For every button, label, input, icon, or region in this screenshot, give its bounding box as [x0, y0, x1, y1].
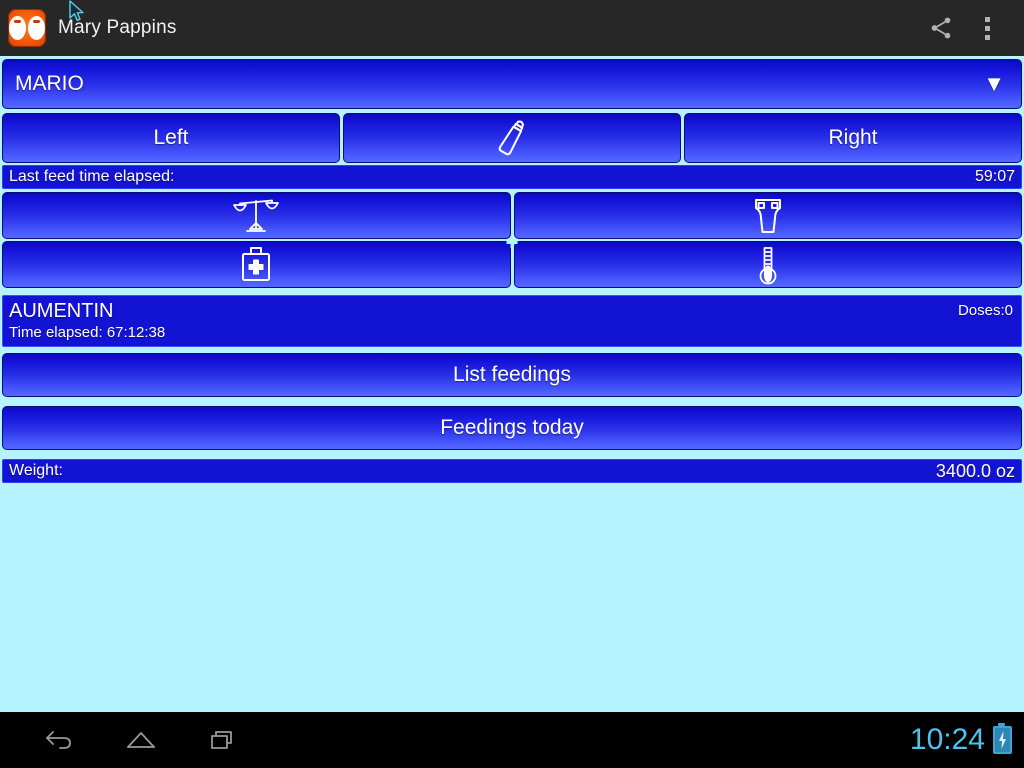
- app-title: Mary Pappins: [58, 17, 177, 38]
- empty-space: [1, 483, 1023, 712]
- chevron-down-icon: ▼: [983, 71, 1005, 96]
- medicine-doses: Doses:0: [957, 302, 1013, 319]
- list-feedings-button[interactable]: List feedings: [2, 353, 1022, 397]
- system-navigation-bar: 10:24: [0, 712, 1024, 768]
- share-icon[interactable]: [918, 5, 964, 51]
- medicine-entry[interactable]: AUMENTIN Doses:0 Time elapsed: 67:12:38: [2, 295, 1022, 347]
- main-content: MARIO ▼ Left Right Last feed time elapse…: [0, 56, 1024, 712]
- medicine-kit-icon: [242, 246, 271, 281]
- thermometer-icon: [759, 246, 777, 284]
- feed-right-button[interactable]: Right: [684, 113, 1022, 163]
- weight-scale-button[interactable]: [2, 192, 511, 239]
- feed-button-row: Left Right: [2, 113, 1022, 163]
- clock: 10:24: [909, 723, 985, 756]
- spinner-selected-value: MARIO: [15, 72, 84, 95]
- home-icon[interactable]: [100, 712, 182, 768]
- back-icon[interactable]: [18, 712, 100, 768]
- last-feed-elapsed-label: Last feed time elapsed:: [9, 168, 175, 185]
- last-feed-elapsed-bar[interactable]: Last feed time elapsed: 59:07: [2, 165, 1022, 189]
- app-logo-icon: [8, 9, 46, 47]
- feed-left-button[interactable]: Left: [2, 113, 340, 163]
- recents-icon[interactable]: [182, 712, 264, 768]
- thermometer-button[interactable]: [513, 241, 1022, 288]
- diaper-button[interactable]: [513, 192, 1022, 239]
- weight-value: 3400.0 oz: [935, 460, 1015, 481]
- baby-bottle-icon: [498, 120, 525, 156]
- scale-icon: [233, 199, 280, 232]
- baby-selector-spinner[interactable]: MARIO ▼: [2, 59, 1022, 109]
- last-feed-elapsed-value: 59:07: [974, 168, 1015, 185]
- status-area: 10:24: [910, 712, 1012, 768]
- feedings-today-button[interactable]: Feedings today: [2, 406, 1022, 450]
- medicine-name: AUMENTIN: [9, 300, 114, 322]
- action-bar: Mary Pappins: [0, 0, 1024, 56]
- medicine-kit-button[interactable]: [2, 241, 511, 288]
- feed-bottle-button[interactable]: [343, 113, 681, 163]
- app-screen: Mary Pappins MARIO ▼ Left Right Last fee…: [0, 0, 1024, 768]
- overflow-menu-icon[interactable]: [964, 5, 1010, 51]
- diaper-icon: [754, 198, 781, 233]
- tracking-icon-grid: [2, 192, 1022, 290]
- weight-label: Weight:: [9, 462, 63, 479]
- weight-bar[interactable]: Weight: 3400.0 oz: [2, 459, 1022, 483]
- medicine-time-elapsed: Time elapsed: 67:12:38: [9, 324, 166, 341]
- battery-charging-icon: [993, 723, 1012, 754]
